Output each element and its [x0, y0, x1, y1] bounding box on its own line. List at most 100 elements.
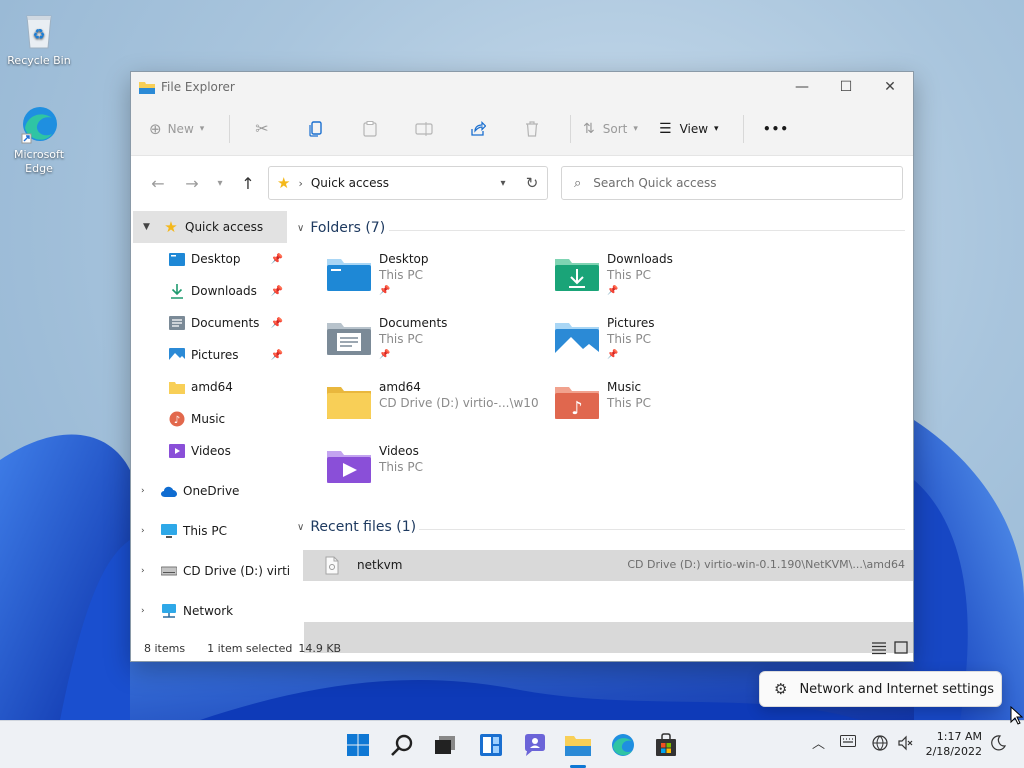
- sidebar-item-downloads[interactable]: Downloads 📌: [131, 275, 289, 307]
- sidebar-item-label: Quick access: [185, 220, 264, 234]
- folder-tile-amd64[interactable]: amd64 CD Drive (D:) virtio-...\w10: [289, 379, 539, 437]
- forward-button[interactable]: →: [175, 167, 209, 199]
- recent-locations-button[interactable]: ▾: [209, 167, 231, 199]
- recent-file-name: netkvm: [357, 558, 403, 572]
- pin-icon: 📌: [607, 350, 619, 360]
- see-more-button[interactable]: •••: [752, 113, 800, 145]
- toolbar-separator: [229, 114, 230, 143]
- recent-file-path: CD Drive (D:) virtio-win-0.1.190\NetKVM\…: [627, 558, 905, 571]
- keyboard-icon[interactable]: [840, 735, 856, 751]
- view-button[interactable]: ☰ View ▾: [655, 113, 729, 145]
- chevron-right-icon: ›: [141, 486, 145, 496]
- chevron-down-icon: ▾: [714, 123, 719, 134]
- document-icon: [169, 315, 185, 331]
- details-view-icon[interactable]: [871, 641, 887, 655]
- widgets-icon: [480, 734, 502, 756]
- folders-section-header[interactable]: ∨ Folders (7): [297, 220, 385, 236]
- sidebar-item-quick-access[interactable]: ▼ ★ Quick access: [133, 211, 287, 243]
- toolbar-separator: [570, 114, 571, 143]
- paste-button[interactable]: [346, 113, 394, 145]
- view-list-icon: ☰: [659, 120, 672, 137]
- network-icon: [161, 603, 177, 619]
- focus-assist-moon-icon[interactable]: [990, 735, 1007, 755]
- sidebar-item-cd-drive[interactable]: › CD Drive (D:) virtio-win-0.1.190: [131, 555, 289, 587]
- widgets-button[interactable]: [475, 729, 507, 761]
- folder-tile-pictures[interactable]: Pictures This PC 📌: [517, 315, 737, 373]
- folder-name: Desktop: [379, 252, 429, 266]
- delete-button[interactable]: [508, 113, 556, 145]
- rename-button[interactable]: [400, 113, 448, 145]
- sidebar-item-desktop[interactable]: Desktop 📌: [131, 243, 289, 275]
- search-input[interactable]: ⌕ Search Quick access: [561, 166, 903, 200]
- folder-tile-downloads[interactable]: Downloads This PC 📌: [517, 251, 737, 309]
- show-hidden-icons-button[interactable]: ︿: [812, 733, 825, 752]
- sidebar-item-this-pc[interactable]: › This PC: [131, 515, 289, 547]
- close-button[interactable]: ✕: [867, 72, 913, 102]
- desktop-icon: [169, 251, 185, 267]
- address-history-dropdown[interactable]: ▾: [489, 178, 517, 189]
- refresh-icon[interactable]: ↻: [517, 174, 547, 192]
- desktop-icon-label-line2: Edge: [25, 162, 53, 175]
- pin-icon: 📌: [270, 253, 283, 265]
- sort-button[interactable]: ⇅ Sort ▾: [579, 113, 649, 145]
- sidebar-item-music[interactable]: ♪ Music: [131, 403, 289, 435]
- desktop-icon-recycle-bin[interactable]: ♻ Recycle Bin: [3, 10, 75, 68]
- sidebar-item-videos[interactable]: Videos: [131, 435, 289, 467]
- chat-button[interactable]: [519, 729, 551, 761]
- recent-file-netkvm[interactable]: netkvm CD Drive (D:) virtio-win-0.1.190\…: [303, 550, 913, 581]
- sidebar-item-amd64[interactable]: amd64: [131, 371, 289, 403]
- folder-location: This PC: [379, 460, 423, 474]
- sidebar-item-pictures[interactable]: Pictures 📌: [131, 339, 289, 371]
- folder-name: Downloads: [607, 252, 673, 266]
- arrow-right-icon: →: [185, 173, 199, 193]
- folder-location: This PC: [379, 268, 423, 282]
- window-title: File Explorer: [161, 80, 235, 94]
- folder-tile-music[interactable]: ♪ Music This PC: [517, 379, 737, 437]
- sidebar-item-onedrive[interactable]: › OneDrive: [131, 475, 289, 507]
- sidebar-item-network[interactable]: › Network: [131, 595, 289, 627]
- taskbar: ︿ 1:17 AM 2/18/2022: [0, 720, 1024, 768]
- trash-icon: [526, 120, 538, 137]
- sidebar-item-label: CD Drive (D:) virtio-win-0.1.190: [183, 564, 289, 578]
- desktop-folder-icon: [327, 259, 371, 291]
- task-view-button[interactable]: [429, 729, 461, 761]
- chevron-up-icon: ︿: [812, 737, 826, 752]
- file-explorer-taskbar-button[interactable]: [562, 729, 594, 761]
- chevron-down-icon: ▼: [143, 222, 150, 232]
- back-button[interactable]: ←: [141, 167, 175, 199]
- address-bar[interactable]: ★ › Quick access ▾ ↻: [268, 166, 548, 200]
- volume-muted-icon[interactable]: [898, 735, 914, 755]
- maximize-button[interactable]: ☐: [823, 72, 869, 102]
- task-view-icon: [435, 736, 455, 754]
- minimize-button[interactable]: —: [779, 72, 825, 102]
- sidebar-item-documents[interactable]: Documents 📌: [131, 307, 289, 339]
- folder-tile-desktop[interactable]: Desktop This PC 📌: [289, 251, 509, 309]
- folder-name: amd64: [379, 380, 421, 394]
- copy-button[interactable]: [292, 113, 340, 145]
- globe-network-icon[interactable]: [872, 735, 888, 755]
- folder-icon: [327, 387, 371, 419]
- store-taskbar-button[interactable]: [650, 729, 682, 761]
- folder-tile-videos[interactable]: Videos This PC: [289, 443, 509, 501]
- search-icon: [391, 734, 413, 756]
- desktop-icon-microsoft-edge[interactable]: Microsoft Edge: [3, 104, 75, 176]
- status-size: 14.9 KB: [298, 642, 342, 655]
- folder-location: This PC: [607, 396, 651, 410]
- recent-files-section-header[interactable]: ∨ Recent files (1): [297, 519, 416, 535]
- system-clock[interactable]: 1:17 AM 2/18/2022: [926, 729, 982, 759]
- edge-taskbar-button[interactable]: [607, 729, 639, 761]
- up-button[interactable]: ↑: [231, 167, 265, 199]
- large-icons-view-icon[interactable]: [893, 641, 909, 655]
- recycle-bin-icon: ♻: [19, 10, 59, 50]
- search-taskbar-button[interactable]: [386, 729, 418, 761]
- share-button[interactable]: [454, 113, 502, 145]
- title-bar[interactable]: File Explorer — ☐ ✕: [131, 72, 913, 102]
- network-settings-popup[interactable]: ⚙ Network and Internet settings: [759, 671, 1002, 707]
- new-button-label: New: [167, 121, 194, 136]
- sidebar-item-label: Pictures: [191, 348, 239, 362]
- start-button[interactable]: [342, 729, 374, 761]
- folder-tile-documents[interactable]: Documents This PC 📌: [289, 315, 509, 373]
- new-button[interactable]: ⊕ New ▾: [149, 113, 215, 145]
- clipboard-icon: [363, 120, 377, 137]
- cut-button[interactable]: ✂: [238, 113, 286, 145]
